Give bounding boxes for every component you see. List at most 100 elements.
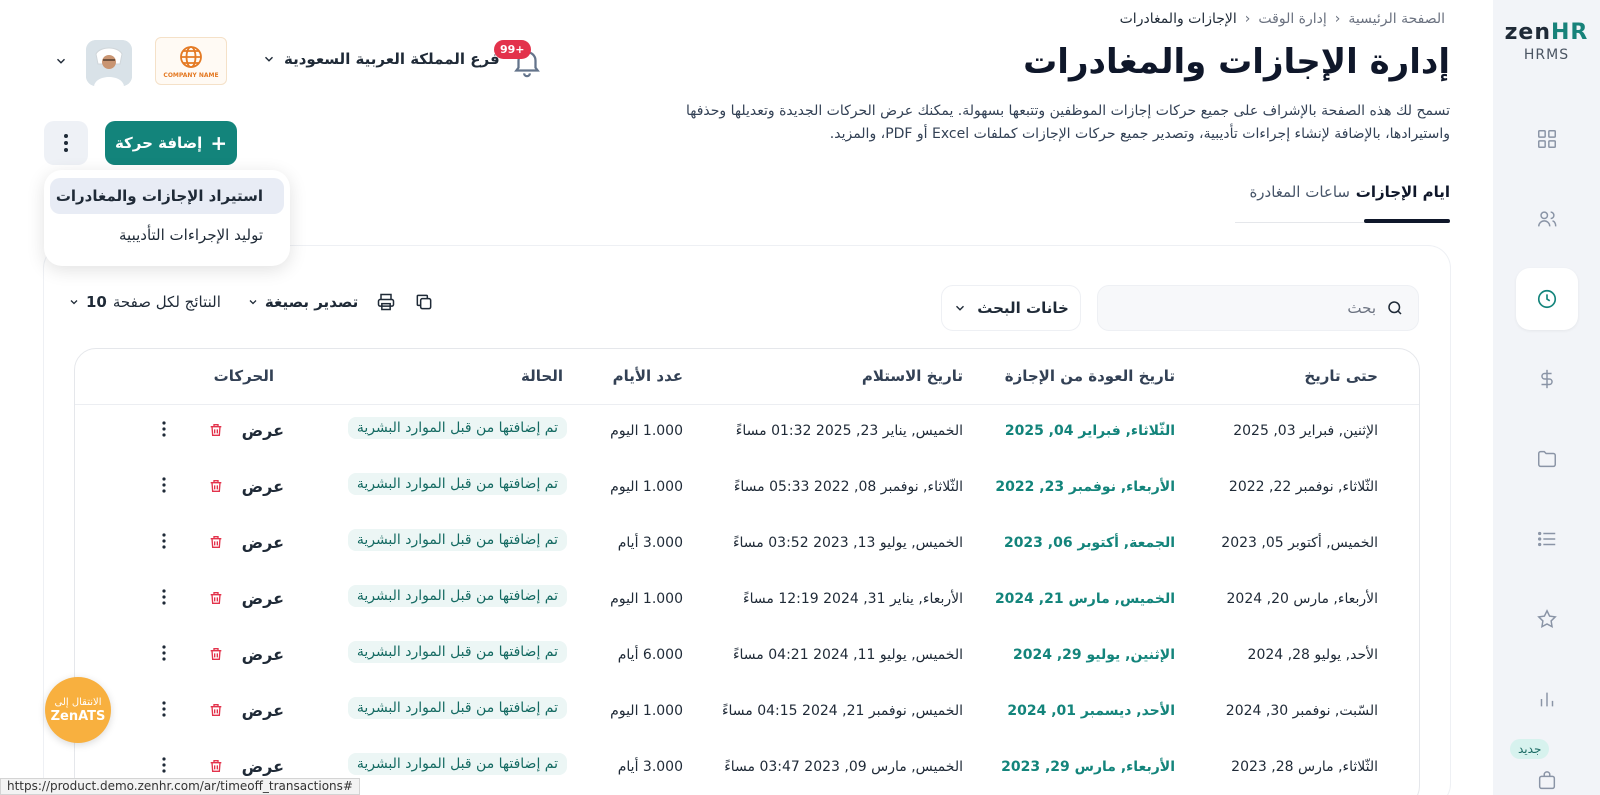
nav-dashboard[interactable] [1516,108,1578,170]
add-transaction-button[interactable]: + إضافة حركة [105,121,237,165]
col-received-date[interactable]: تاريخ الاستلام [862,367,963,385]
more-vertical-icon[interactable] [161,589,167,605]
table-row: الإثنين, فبراير 03, 2025 الثّلاثاء, فبرا… [75,405,1419,461]
view-button[interactable]: عرض [242,645,284,664]
view-button[interactable]: عرض [242,589,284,608]
more-vertical-icon[interactable] [161,645,167,661]
cell-received-date: الأربعاء, يناير 31, 2024 12:19 مساءً [743,591,963,607]
trash-icon[interactable] [208,477,224,495]
trash-icon[interactable] [208,701,224,719]
nav-employees[interactable] [1516,188,1578,250]
branch-selector[interactable]: فرع المملكة العربية السعودية [262,50,500,68]
cell-until-date: الخميس, أكتوبر 05, 2023 [1221,535,1378,551]
list-icon [1538,531,1556,547]
cell-days: 3.000 أيام [617,535,683,551]
export-selector[interactable]: تصدير بصيغة [247,293,358,311]
add-transaction-label: إضافة حركة [114,134,203,152]
chart-icon [1540,692,1554,707]
company-logo: COMPANY NAME [155,37,227,85]
chevron-left-icon: ‹ [1334,11,1341,27]
cell-until-date: الإثنين, فبراير 03, 2025 [1233,423,1378,439]
table-row: الخميس, أكتوبر 05, 2023 الجمعة, أكتوبر 0… [75,517,1419,573]
breadcrumb: الصفحة الرئيسية ‹ إدارة الوقت ‹ الإجازات… [1120,11,1445,27]
search-box[interactable] [1097,285,1419,331]
people-icon [1538,211,1557,227]
chevron-down-icon [249,300,257,305]
trash-icon[interactable] [208,645,224,663]
status-badge: تم إضافتها من قبل الموارد البشرية [347,585,567,607]
tab-leave-hours[interactable]: ساعات المغادرة [1249,183,1350,201]
copy-icon[interactable] [414,292,434,312]
globe-logo-icon [180,45,202,68]
view-button[interactable]: عرض [242,421,284,440]
breadcrumb-home[interactable]: الصفحة الرئيسية [1348,11,1445,27]
more-vertical-icon[interactable] [161,421,167,437]
status-badge: تم إضافتها من قبل الموارد البشرية [347,529,567,551]
cell-return-date: الثّلاثاء, فبراير 04, 2025 [1004,423,1175,439]
table-row: السّبت, نوفمبر 30, 2024 الأحد, ديسمبر 01… [75,685,1419,741]
nav-recruitment[interactable] [1516,750,1578,795]
chevron-down-icon[interactable] [54,54,68,68]
breadcrumb-section[interactable]: إدارة الوقت [1258,11,1326,27]
col-return-date[interactable]: تاريخ العودة من الإجازة [1005,367,1175,385]
per-page-label: النتائج لكل صفحة [112,293,221,311]
zenhr-logo[interactable]: zenHR HRMS [1493,20,1600,63]
status-badge: تم إضافتها من قبل الموارد البشرية [347,641,567,663]
col-days[interactable]: عدد الأيام [613,367,683,385]
nav-performance[interactable] [1516,588,1578,650]
cell-until-date: الثّلاثاء, مارس 28, 2023 [1231,759,1378,775]
chevron-down-icon [70,300,78,305]
bag-icon [1538,771,1556,790]
menu-generate-disciplinary[interactable]: توليد الإجراءات التأديبية [50,217,284,253]
trash-icon[interactable] [208,757,224,775]
status-badge: تم إضافتها من قبل الموارد البشرية [347,697,567,719]
page-title: إدارة الإجازات والمغادرات [1023,42,1450,82]
table-row: الثّلاثاء, نوفمبر 22, 2022 الأربعاء, نوف… [75,461,1419,517]
transactions-table: حتى تاريخ تاريخ العودة من الإجازة تاريخ … [74,348,1420,795]
view-button[interactable]: عرض [242,757,284,776]
nav-requests[interactable] [1516,508,1578,570]
view-button[interactable]: عرض [242,533,284,552]
print-icon[interactable] [376,292,396,312]
zenats-line1: الانتقال إلى [54,697,102,708]
dollar-icon [1541,369,1553,389]
avatar[interactable] [86,40,132,86]
export-label: تصدير بصيغة [264,293,359,311]
cell-received-date: الخميس, يوليو 13, 2023 03:52 مساءً [732,535,963,551]
trash-icon[interactable] [208,533,224,551]
plus-icon: + [210,131,228,155]
cell-received-date: الثّلاثاء, نوفمبر 08, 2022 05:33 مساءً [733,479,963,495]
cell-until-date: الأربعاء, مارس 20, 2024 [1226,591,1378,607]
cell-until-date: الأحد, يوليو 28, 2024 [1247,647,1378,663]
more-vertical-icon[interactable] [161,757,167,773]
tab-leave-days[interactable]: ايام الإجازات [1356,183,1450,201]
more-vertical-icon[interactable] [161,477,167,493]
per-page-selector[interactable]: النتائج لكل صفحة 10 [68,293,221,311]
view-button[interactable]: عرض [242,701,284,720]
nav-time-management[interactable] [1516,268,1578,330]
cell-received-date: الخميس, نوفمبر 21, 2024 04:15 مساءً [721,703,963,719]
search-fields-button[interactable]: خانات البحث [941,285,1081,331]
zenats-switch-button[interactable]: الانتقال إلى ZenATS [45,677,111,743]
view-button[interactable]: عرض [242,477,284,496]
more-vertical-icon[interactable] [161,701,167,717]
cell-days: 1.000 اليوم [610,703,683,719]
menu-import-leaves[interactable]: استيراد الإجازات والمغادرات [50,178,284,214]
table-header: حتى تاريخ تاريخ العودة من الإجازة تاريخ … [75,349,1419,405]
trash-icon[interactable] [208,421,224,439]
col-until-date[interactable]: حتى تاريخ [1304,367,1378,385]
grid-icon [1538,130,1556,148]
chevron-left-icon: ‹ [1244,11,1251,27]
more-actions-button[interactable] [44,121,88,165]
nav-reports[interactable] [1516,668,1578,730]
nav-payroll[interactable] [1516,348,1578,410]
cell-days: 1.000 اليوم [610,591,683,607]
col-status[interactable]: الحالة [521,367,563,385]
more-vertical-icon[interactable] [161,533,167,549]
trash-icon[interactable] [208,589,224,607]
cell-days: 1.000 اليوم [610,423,683,439]
search-input[interactable] [1126,299,1376,317]
status-badge: تم إضافتها من قبل الموارد البشرية [347,753,567,775]
nav-documents[interactable] [1516,428,1578,490]
brand-accent: HR [1551,20,1589,45]
